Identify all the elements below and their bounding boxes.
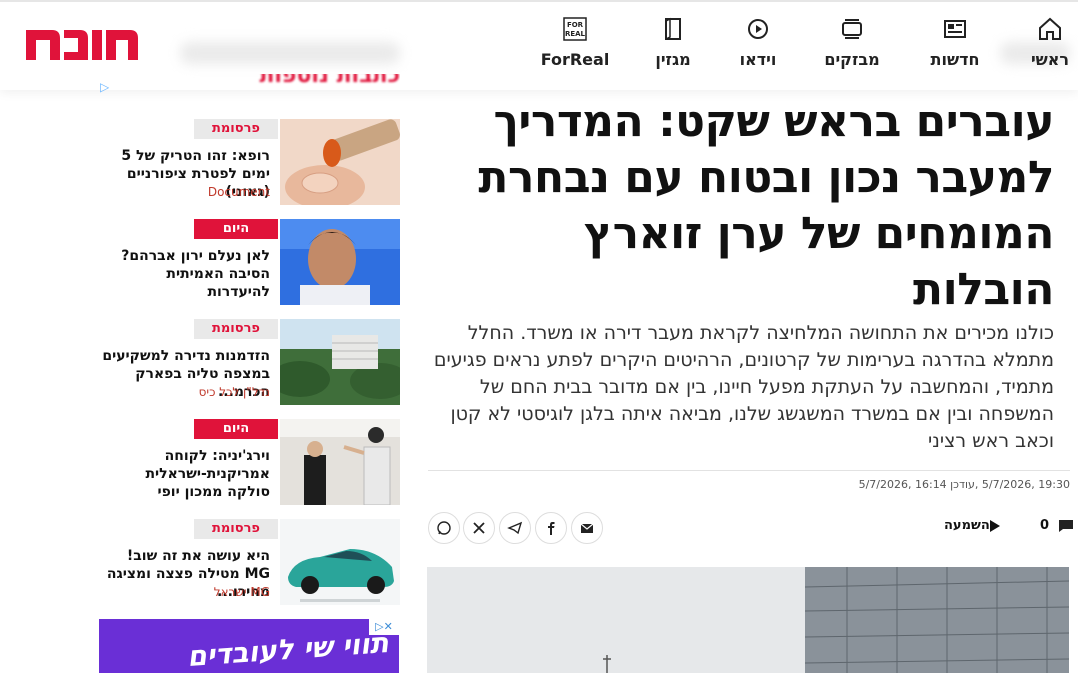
divider <box>428 470 1070 471</box>
nav-item-label: וידאו <box>739 50 777 69</box>
comments-count: 0 <box>1040 518 1050 533</box>
flash-news-icon <box>842 19 862 39</box>
card-tag: פרסומת <box>194 519 278 539</box>
sidebar-heading: כתבות נוספות <box>259 74 400 88</box>
card-tag: היום <box>194 419 278 439</box>
article-hero-image <box>427 567 1069 673</box>
sidebar-card[interactable]: היום וירג'יניה: לקוחה אמריקנית-ישראלית ס… <box>100 419 400 505</box>
comments-button[interactable]: 0 <box>1040 518 1074 533</box>
listen-button[interactable]: השמעה <box>944 518 1006 533</box>
forreal-icon: FORREAL <box>563 17 587 41</box>
card-thumbnail <box>280 119 400 205</box>
ad-close-icon[interactable]: ▷✕ <box>369 619 399 635</box>
nav-item-forreal[interactable]: FOR REAL ForReal <box>540 12 610 72</box>
listen-label: השמעה <box>944 518 990 533</box>
svg-text:FOR: FOR <box>567 21 584 29</box>
card-source: נדל"ן לכל כיס <box>198 385 270 399</box>
card-thumbnail <box>280 519 400 605</box>
x-share-button[interactable] <box>463 512 495 544</box>
nav-item-flash-news[interactable]: מבזקים <box>820 12 884 72</box>
nav-item-news[interactable]: חדשות <box>925 12 985 72</box>
x-icon <box>473 522 485 534</box>
card-tag: פרסומת <box>194 319 278 339</box>
sidebar-card[interactable]: פרסומת הזדמנות נדירה למשקיעים במצפה טליה… <box>100 319 400 405</box>
nav-item-home[interactable]: ראשי <box>1022 12 1078 72</box>
nav-item-label: מגזין <box>655 50 691 69</box>
nav-item-label: ראשי <box>1030 50 1070 69</box>
newspaper-icon <box>944 20 966 38</box>
nav-item-label: ForReal <box>540 50 610 69</box>
facebook-share-button[interactable] <box>535 512 567 544</box>
adchoices-icon[interactable]: ▷ <box>100 80 109 94</box>
article-headline: עוברים בראש שקט: המדריך למעבר נכון ובטוח… <box>478 96 1054 315</box>
blurred-element <box>180 42 400 64</box>
svg-text:REAL: REAL <box>565 30 586 38</box>
sidebar-card[interactable]: היום לאן נעלם ירון אברהם? הסיבה האמיתית … <box>100 219 400 305</box>
home-icon <box>1039 17 1061 40</box>
telegram-icon <box>507 521 523 535</box>
nav-item-video[interactable]: וידאו <box>733 12 783 72</box>
card-source: MG ישראל <box>213 585 270 599</box>
magazine-icon <box>665 17 681 40</box>
card-source: Document <box>207 185 270 199</box>
telegram-share-button[interactable] <box>499 512 531 544</box>
sidebar-card[interactable]: פרסומת היא עושה את זה שוב! MG מטילה פצצה… <box>100 519 400 605</box>
card-title[interactable]: לאן נעלם ירון אברהם? הסיבה האמיתית להיעד… <box>100 247 270 301</box>
email-icon <box>580 523 594 533</box>
card-thumbnail <box>280 319 400 405</box>
card-tag: היום <box>194 219 278 239</box>
ad-banner[interactable]: תווי שי לעובדים ▷✕ <box>99 619 399 673</box>
card-title[interactable]: וירג'יניה: לקוחה אמריקנית-ישראלית סולקה … <box>100 447 270 501</box>
whatsapp-icon <box>437 521 451 535</box>
ad-banner-text: תווי שי לעובדים <box>186 626 390 673</box>
card-thumbnail <box>280 219 400 305</box>
card-tag: פרסומת <box>194 119 278 139</box>
card-thumbnail <box>280 419 400 505</box>
hayom-logo[interactable] <box>22 24 140 62</box>
video-icon <box>748 19 768 39</box>
nav-item-magazine[interactable]: מגזין <box>648 12 698 72</box>
comment-icon <box>1058 519 1073 532</box>
sidebar-card[interactable]: פרסומת רופא: זהו הטריק של 5 ימים לפטרת צ… <box>100 119 400 205</box>
nav-item-label: חדשות <box>930 50 980 69</box>
article-dates: 19:30 ,5/7/2026 ,עודכן 16:14 ,5/7/2026 <box>858 478 1070 491</box>
whatsapp-share-button[interactable] <box>428 512 460 544</box>
play-icon <box>989 519 1000 532</box>
nav-item-label: מבזקים <box>824 50 880 69</box>
article-lead: כולנו מכירים את התחושה המלחיצה לקראת מעב… <box>433 322 1054 452</box>
email-share-button[interactable] <box>571 512 603 544</box>
facebook-icon <box>548 522 555 535</box>
